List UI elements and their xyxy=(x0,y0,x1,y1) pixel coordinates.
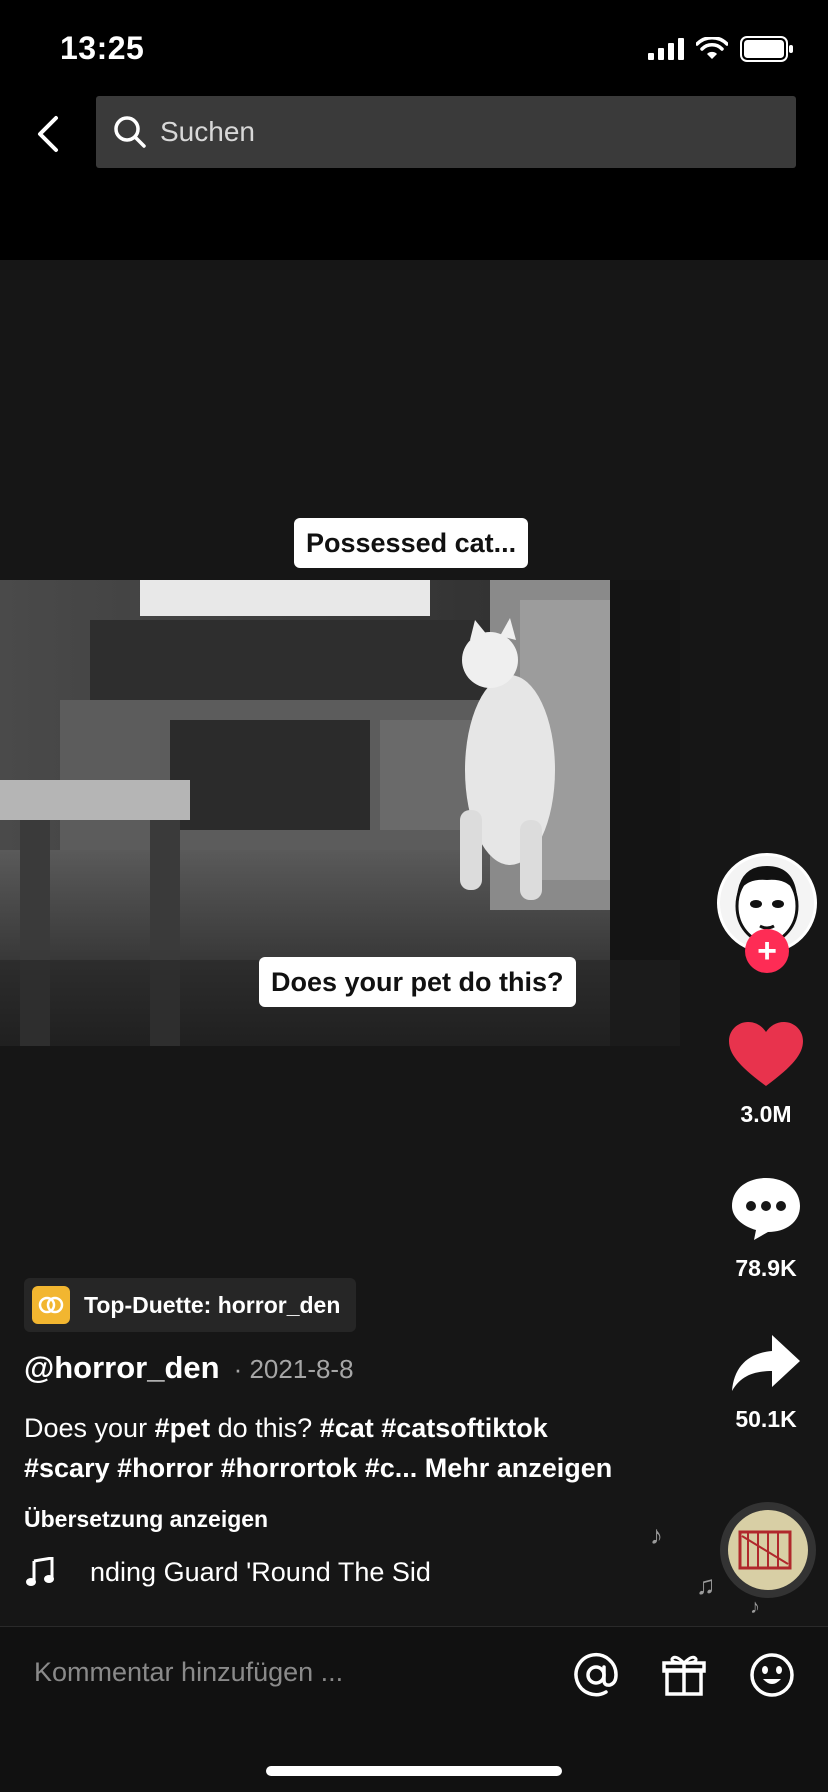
desc-text xyxy=(213,1453,221,1483)
mention-button[interactable] xyxy=(570,1651,622,1703)
show-translation-link[interactable]: Übersetzung anzeigen xyxy=(24,1506,268,1533)
music-note-icon: ♫ xyxy=(696,1570,716,1600)
gift-icon xyxy=(661,1652,707,1703)
comment-input[interactable]: Kommentar hinzufügen ... xyxy=(34,1657,343,1688)
post-date: · 2021-8-8 xyxy=(233,1354,354,1384)
author-username[interactable]: @horror_den xyxy=(24,1350,220,1386)
music-row[interactable]: nding Guard 'Round The Sid xyxy=(24,1556,458,1588)
hashtag-link[interactable]: #cat xyxy=(320,1413,374,1443)
search-icon xyxy=(112,114,148,150)
emoji-icon xyxy=(749,1652,795,1703)
back-button[interactable] xyxy=(24,108,72,164)
share-count: 50.1K xyxy=(735,1406,797,1432)
emoji-button[interactable] xyxy=(746,1651,798,1703)
like-button[interactable]: 3.0M xyxy=(716,1022,816,1128)
hashtag-link[interactable]: #catsoftiktok xyxy=(381,1413,548,1443)
share-icon xyxy=(730,1333,802,1398)
hashtag-link[interactable]: #pet xyxy=(155,1413,211,1443)
heart-icon xyxy=(729,1022,803,1093)
status-time: 13:25 xyxy=(60,30,145,66)
desc-text xyxy=(110,1453,118,1483)
like-count: 3.0M xyxy=(740,1101,792,1127)
music-note-icon: ♪ xyxy=(750,1596,760,1618)
duet-icon xyxy=(32,1286,70,1324)
show-more-link[interactable]: Mehr anzeigen xyxy=(425,1453,613,1483)
music-disc[interactable] xyxy=(720,1502,816,1598)
hashtag-link[interactable]: #horrortok xyxy=(221,1453,358,1483)
follow-button[interactable]: + xyxy=(745,929,789,973)
status-bar: 13:25 xyxy=(0,0,828,96)
signal-icon xyxy=(648,38,684,65)
top-duets-chip[interactable]: Top-Duette: horror_den xyxy=(24,1278,357,1332)
share-button[interactable]: 50.1K xyxy=(716,1333,816,1433)
search-placeholder: Suchen xyxy=(160,116,255,147)
desc-text: do this? xyxy=(210,1413,320,1443)
post-description: Does your #pet do this? #cat #catsoftikt… xyxy=(24,1408,684,1488)
music-note-icon: ♪ xyxy=(650,1520,663,1550)
at-icon xyxy=(573,1652,619,1703)
video-caption-top: Possessed cat... xyxy=(294,518,529,568)
music-note-icon xyxy=(24,1556,56,1588)
status-icons xyxy=(648,36,794,67)
author-line: @horror_den · 2021-8-8 xyxy=(24,1350,354,1386)
comment-button[interactable]: 78.9K xyxy=(716,1176,816,1282)
hashtag-link[interactable]: #scary xyxy=(24,1453,110,1483)
battery-icon xyxy=(740,36,794,67)
comment-icon xyxy=(730,1176,802,1247)
desc-text: Does your xyxy=(24,1413,155,1443)
wifi-icon xyxy=(695,36,729,66)
search-input[interactable]: Suchen xyxy=(96,96,796,168)
gift-button[interactable] xyxy=(658,1651,710,1703)
back-icon xyxy=(36,115,60,158)
hashtag-link[interactable]: #horror xyxy=(117,1453,213,1483)
video-caption-bottom: Does your pet do this? xyxy=(259,957,576,1007)
home-indicator xyxy=(266,1766,562,1776)
top-duets-label: Top-Duette: horror_den xyxy=(84,1291,341,1318)
search-header: Suchen xyxy=(0,96,828,260)
desc-text xyxy=(357,1453,365,1483)
hashtag-link[interactable]: #c... xyxy=(365,1453,418,1483)
comment-count: 78.9K xyxy=(735,1255,797,1281)
music-title: nding Guard 'Round The Sid xyxy=(90,1556,431,1587)
